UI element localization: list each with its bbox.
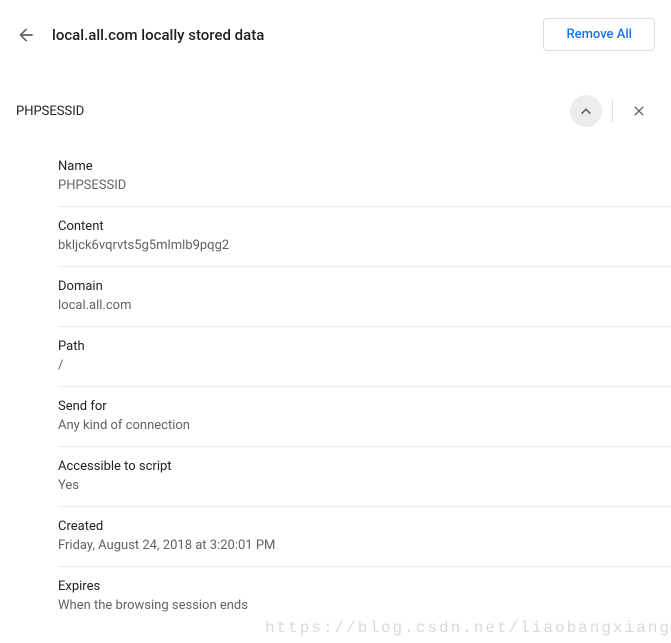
back-button[interactable] — [16, 25, 52, 45]
detail-value: Any kind of connection — [58, 418, 671, 433]
detail-row-name: Name PHPSESSID — [58, 147, 671, 207]
detail-value: Yes — [58, 478, 671, 493]
chevron-up-icon — [576, 101, 596, 121]
detail-label: Content — [58, 219, 671, 234]
detail-label: Created — [58, 519, 671, 534]
collapse-button[interactable] — [570, 95, 602, 127]
arrow-left-icon — [16, 25, 36, 45]
close-button[interactable] — [623, 95, 655, 127]
detail-value: Friday, August 24, 2018 at 3:20:01 PM — [58, 538, 671, 553]
cookie-section-header: PHPSESSID — [0, 69, 671, 137]
detail-row-content: Content bkljck6vqrvts5g5mlmlb9pqg2 — [58, 207, 671, 267]
detail-value: bkljck6vqrvts5g5mlmlb9pqg2 — [58, 238, 671, 253]
detail-label: Accessible to script — [58, 459, 671, 474]
detail-row-path: Path / — [58, 327, 671, 387]
detail-row-accessible: Accessible to script Yes — [58, 447, 671, 507]
detail-row-expires: Expires When the browsing session ends — [58, 567, 671, 626]
detail-label: Path — [58, 339, 671, 354]
detail-row-created: Created Friday, August 24, 2018 at 3:20:… — [58, 507, 671, 567]
cookie-details: Name PHPSESSID Content bkljck6vqrvts5g5m… — [0, 137, 671, 626]
detail-label: Send for — [58, 399, 671, 414]
detail-value: local.all.com — [58, 298, 671, 313]
remove-all-button[interactable]: Remove All — [543, 18, 655, 51]
detail-label: Name — [58, 159, 671, 174]
detail-row-domain: Domain local.all.com — [58, 267, 671, 327]
detail-label: Expires — [58, 579, 671, 594]
detail-label: Domain — [58, 279, 671, 294]
close-icon — [631, 103, 647, 119]
detail-row-sendfor: Send for Any kind of connection — [58, 387, 671, 447]
cookie-name-title: PHPSESSID — [16, 104, 570, 119]
detail-value: / — [58, 358, 671, 373]
detail-value: PHPSESSID — [58, 178, 671, 193]
detail-value: When the browsing session ends — [58, 598, 671, 613]
page-header: local.all.com locally stored data Remove… — [0, 0, 671, 69]
vertical-divider — [612, 100, 613, 122]
page-title: local.all.com locally stored data — [52, 26, 543, 44]
